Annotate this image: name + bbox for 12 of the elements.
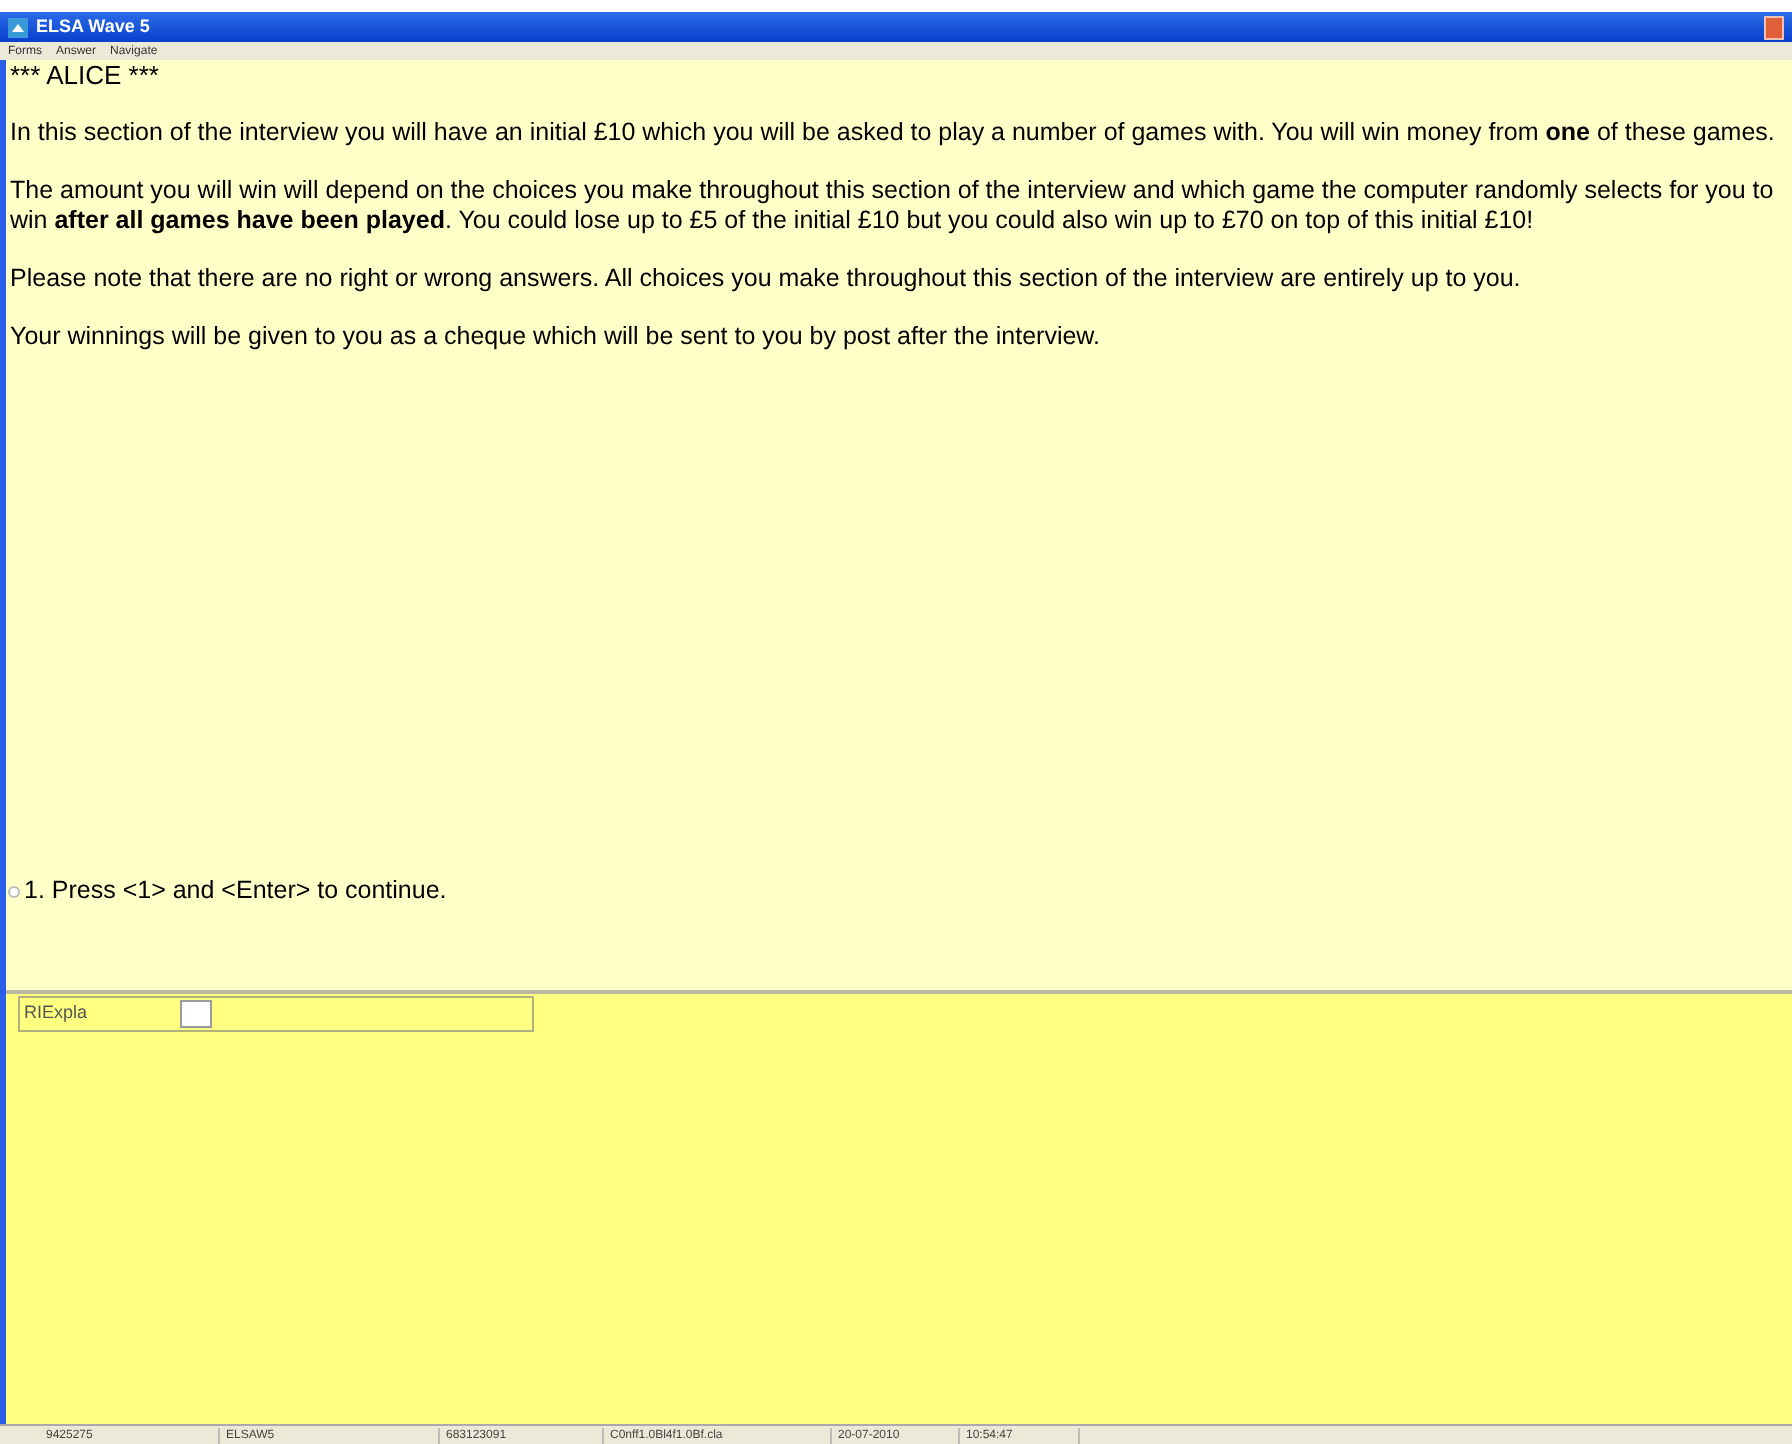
app-icon <box>8 17 28 37</box>
instruction-paragraph: In this section of the interview you will have an initial £10 which you will be asked to play a number of games with. You will win money from one of these games. <box>10 118 1777 148</box>
field-label: RIExpla <box>24 1000 90 1027</box>
radio-button[interactable] <box>8 885 20 898</box>
option-label: 1. Press <1> and <Enter> to continue. <box>24 874 447 909</box>
close-button[interactable] <box>1764 15 1784 39</box>
instruction-paragraph: The amount you will win will depend on the choices you make throughout this section of the interview and which game the computer randomly selects for you to win after all games have been played. You could lose up to £5 of the initial £10 but you could also win up to £70 on top of this initial £10! <box>10 176 1776 236</box>
input-field[interactable] <box>180 1000 212 1028</box>
question-heading: *** ALICE *** <box>8 60 161 90</box>
instruction-paragraph: Your winnings will be given to you as a cheque which will be sent to you by post after the interview. <box>10 322 1102 352</box>
window-title: ELSA Wave 5 <box>36 13 150 40</box>
instruction-paragraph: Please note that there are no right or wrong answers. All choices you make throughout this section of the interview are entirely up to you. <box>10 264 1523 294</box>
